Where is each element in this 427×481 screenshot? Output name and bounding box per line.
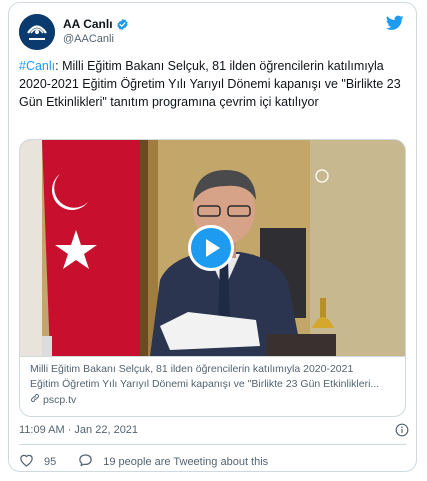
tweet-actions: 95 19 people are Tweeting about this: [19, 453, 268, 471]
verified-icon: [116, 18, 129, 31]
tweeting-about-text: 19 people are Tweeting about this: [103, 456, 269, 468]
link-icon: [30, 393, 40, 407]
tweet-body: : Milli Eğitim Bakanı Selçuk, 81 ilden ö…: [19, 59, 401, 109]
play-button[interactable]: [188, 225, 234, 271]
tweet-meta: 11:09 AM · Jan 22, 2021: [19, 423, 409, 437]
card-title[interactable]: Milli Eğitim Bakanı Selçuk, 81 ilden öğr…: [30, 362, 395, 392]
avatar[interactable]: [19, 14, 55, 50]
divider: [19, 444, 406, 445]
account-handle[interactable]: @AACanli: [63, 33, 114, 46]
tweet-timestamp[interactable]: 11:09 AM · Jan 22, 2021: [19, 424, 138, 436]
card-link[interactable]: pscp.tv: [30, 393, 395, 407]
tweet-text: #Canlı: Milli Eğitim Bakanı Selçuk, 81 i…: [19, 57, 409, 111]
tweet-card[interactable]: AA Canlı @AACanli #Canlı: Milli Eğitim B…: [8, 2, 417, 472]
twitter-bird-icon[interactable]: [385, 15, 404, 31]
info-icon[interactable]: [395, 423, 409, 437]
heart-icon: [19, 453, 34, 471]
like-button[interactable]: 95: [19, 453, 56, 471]
account-name[interactable]: AA Canlı: [63, 17, 113, 31]
comment-icon: [78, 453, 93, 471]
tweeting-about-button[interactable]: 19 people are Tweeting about this: [78, 453, 268, 471]
card-domain[interactable]: pscp.tv: [43, 393, 76, 407]
link-card[interactable]: Milli Eğitim Bakanı Selçuk, 81 ilden öğr…: [19, 139, 406, 417]
video-thumbnail[interactable]: [20, 140, 405, 356]
card-info[interactable]: Milli Eğitim Bakanı Selçuk, 81 ilden öğr…: [20, 356, 405, 416]
like-count: 95: [44, 456, 57, 468]
hashtag-link[interactable]: #Canlı: [19, 59, 55, 73]
play-icon: [206, 239, 220, 257]
